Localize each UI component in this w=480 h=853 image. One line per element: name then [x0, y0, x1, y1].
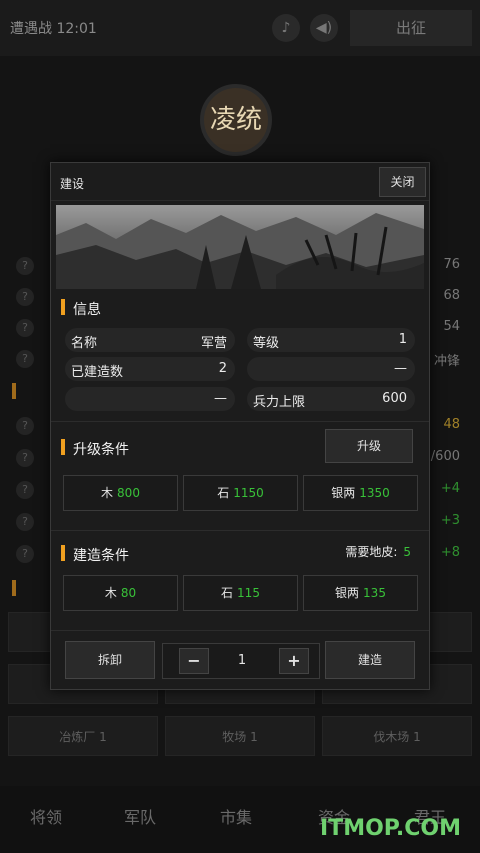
info-empty-row: — — [247, 357, 415, 381]
section-divider — [51, 530, 429, 531]
upgrade-button[interactable]: 升级 — [325, 429, 413, 463]
nav-army[interactable]: 军队 — [124, 804, 156, 828]
dialog-title: 建设 — [60, 177, 85, 191]
build-cost-silver: 银两 135 — [303, 575, 418, 611]
decrease-button[interactable]: − — [179, 648, 209, 674]
required-land: 需要地皮: 5 — [345, 545, 411, 559]
help-icon: ? — [16, 513, 34, 531]
info-name-row: 名称 军营 — [65, 328, 235, 352]
bg-section-bar — [12, 580, 16, 596]
build-button[interactable]: 建造 — [325, 641, 415, 679]
section-accent-bar — [61, 439, 65, 455]
bg-building-pasture[interactable]: 牧场 1 — [165, 716, 315, 756]
music-icon[interactable]: ♪ — [272, 14, 300, 42]
bg-building-lumberyard[interactable]: 伐木场 1 — [322, 716, 472, 756]
section-divider — [51, 630, 429, 631]
upgrade-cost-stone: 石 1150 — [183, 475, 298, 511]
bg-section-bar — [12, 383, 16, 399]
section-accent-bar — [61, 299, 65, 315]
depart-button[interactable]: 出征 — [350, 10, 472, 46]
upgrade-cost-silver: 银两 1350 — [303, 475, 418, 511]
close-button[interactable]: 关闭 — [379, 167, 426, 197]
building-banner-image — [56, 205, 424, 289]
info-built-count-row: 已建造数 2 — [65, 357, 235, 381]
build-cost-stone: 石 115 — [183, 575, 298, 611]
nav-generals[interactable]: 将领 — [30, 804, 62, 828]
build-cost-wood: 木 80 — [63, 575, 178, 611]
dialog-header: 建设 关闭 — [51, 163, 429, 201]
quantity-value[interactable]: 1 — [223, 653, 261, 668]
section-divider — [51, 421, 429, 422]
upgrade-section-label: 升级条件 — [73, 442, 129, 458]
increase-button[interactable]: + — [279, 648, 309, 674]
help-icon: ? — [16, 545, 34, 563]
build-dialog: 建设 关闭 信息 名称 军营 等级 1 已建造数 2 — — 兵力上限 600 … — [50, 162, 430, 690]
help-icon: ? — [16, 257, 34, 275]
help-icon: ? — [16, 481, 34, 499]
general-emblem: 凌统 — [200, 84, 272, 156]
battle-timer: 遭遇战 12:01 — [10, 21, 97, 37]
quantity-stepper: − 1 + — [162, 643, 320, 679]
info-section-label: 信息 — [73, 302, 101, 318]
build-section-label: 建造条件 — [73, 548, 129, 564]
bg-building-smelter[interactable]: 冶炼厂 1 — [8, 716, 158, 756]
site-watermark: ITMOP.COM — [320, 816, 461, 841]
nav-market[interactable]: 市集 — [220, 804, 252, 828]
help-icon: ? — [16, 288, 34, 306]
top-bar: 遭遇战 12:01 ♪ ◀) 出征 — [0, 0, 480, 56]
info-troop-cap-row: 兵力上限 600 — [247, 387, 415, 411]
section-accent-bar — [61, 545, 65, 561]
help-icon: ? — [16, 449, 34, 467]
help-icon: ? — [16, 350, 34, 368]
info-empty-row: — — [65, 387, 235, 411]
info-section-header: 信息 — [51, 289, 429, 325]
help-icon: ? — [16, 319, 34, 337]
help-icon: ? — [16, 417, 34, 435]
upgrade-cost-wood: 木 800 — [63, 475, 178, 511]
sound-icon[interactable]: ◀) — [310, 14, 338, 42]
demolish-button[interactable]: 拆卸 — [65, 641, 155, 679]
info-level-row: 等级 1 — [247, 328, 415, 352]
